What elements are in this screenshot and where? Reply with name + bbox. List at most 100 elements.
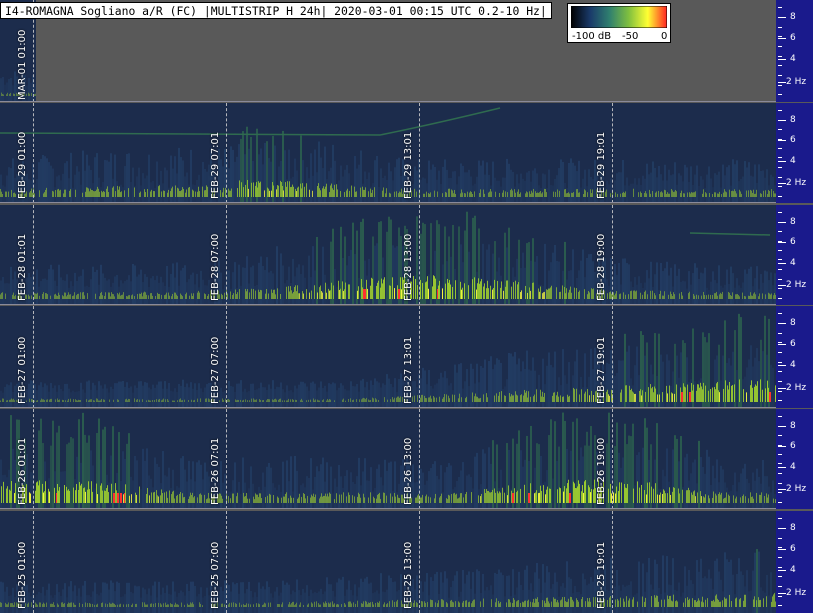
axis-minor-tick [778,196,782,197]
axis-minor-tick [778,435,782,436]
legend-label-max: 0 [661,31,668,42]
time-marker [226,306,227,408]
time-marker [33,205,34,305]
axis-major-tick [778,344,786,345]
axis-tick-label: 8 [790,318,796,328]
axis-tick-label: 6 [790,544,796,554]
axis-major-tick [778,323,786,324]
axis-major-tick [778,285,786,286]
axis-minor-tick [778,288,782,289]
axis-minor-tick [778,547,782,548]
axis-minor-tick [778,400,782,401]
time-marker [612,103,613,203]
time-label: FEB-27 07:00 [210,336,221,404]
time-label: FEB-28 19:00 [596,233,607,301]
axis-major-tick [778,38,786,39]
axis-major-tick [778,183,786,184]
time-marker [419,103,420,203]
axis-minor-tick [778,371,782,372]
time-marker [226,511,227,613]
axis-minor-tick [778,46,782,47]
axis-minor-tick [778,259,782,260]
axis-major-tick [778,528,786,529]
axis-tick-label: 4 [790,258,796,268]
axis-minor-tick [778,186,782,187]
time-marker [226,409,227,509]
time-label: FEB-25 07:00 [210,541,221,609]
axis-minor-tick [778,352,782,353]
axis-minor-tick [778,463,782,464]
axis-tick-label: 4 [790,54,796,64]
time-label: FEB-28 13:00 [403,233,414,301]
axis-tick-label: 4 [790,565,796,575]
axis-minor-tick [778,298,782,299]
time-label: FEB-25 19:01 [596,541,607,609]
axis-major-tick [778,593,786,594]
axis-minor-tick [778,167,782,168]
axis-minor-tick [778,313,782,314]
axis-minor-tick [778,567,782,568]
time-label: FEB-26 07:01 [210,437,221,505]
time-label: FEB-27 19:01 [596,336,607,404]
time-label: FEB-29 07:01 [210,131,221,199]
strip-separator [0,508,776,509]
axis-minor-tick [778,538,782,539]
spectrogram-panel [0,205,776,305]
time-marker [612,409,613,509]
frequency-axis: 8 6 4 2 Hz [776,103,813,203]
axis-minor-tick [778,333,782,334]
spectrogram-panel [0,511,776,613]
axis-minor-tick [778,129,782,130]
page-title: I4-ROMAGNA Sogliano a/R (FC) |MULTISTRIP… [0,2,552,19]
axis-tick-label: 6 [790,237,796,247]
time-marker [226,103,227,203]
time-label: FEB-26 19:00 [596,437,607,505]
axis-minor-tick [778,362,782,363]
axis-major-tick [778,489,786,490]
spectrogram-strip-feb-28: FEB-28 01:01 FEB-28 07:00 FEB-28 13:00 FEB-… [0,205,813,305]
axis-tick-label: 2 Hz [786,280,807,290]
legend-label-min: -100 dB [572,31,612,42]
axis-major-tick [778,570,786,571]
axis-tick-label: 8 [790,217,796,227]
axis-major-tick [778,59,786,60]
frequency-axis: 8 6 4 2 Hz [776,511,813,613]
axis-minor-tick [778,56,782,57]
axis-minor-tick [778,492,782,493]
axis-major-tick [778,426,786,427]
time-marker [419,409,420,509]
time-label: FEB-29 01:00 [17,131,28,199]
axis-minor-tick [778,36,782,37]
axis-minor-tick [778,483,782,484]
time-label: FEB-29 19:01 [596,131,607,199]
axis-minor-tick [778,250,782,251]
spectrogram-strips: MAR-01 01:00 8 6 4 2 Hz FEB-29 01:00 FEB-29 07… [0,0,813,613]
axis-tick-label: 8 [790,421,796,431]
time-marker [33,409,34,509]
axis-minor-tick [778,518,782,519]
axis-minor-tick [778,416,782,417]
axis-major-tick [778,82,786,83]
legend-label-mid: -50 [622,31,639,42]
axis-major-tick [778,17,786,18]
color-scale-bar [571,6,667,28]
time-marker [612,306,613,408]
axis-minor-tick [778,75,782,76]
axis-minor-tick [778,586,782,587]
spectrogram-viewer: MAR-01 01:00 8 6 4 2 Hz FEB-29 01:00 FEB-29 07… [0,0,813,613]
time-label: FEB-25 01:00 [17,541,28,609]
axis-minor-tick [778,342,782,343]
time-label: FEB-27 01:00 [17,336,28,404]
time-label: FEB-28 07:00 [210,233,221,301]
axis-tick-label: 2 Hz [786,178,807,188]
axis-minor-tick [778,391,782,392]
axis-major-tick [778,263,786,264]
time-marker [33,103,34,203]
axis-major-tick [778,365,786,366]
axis-tick-label: 2 Hz [786,588,807,598]
frequency-axis: 8 6 4 2 Hz [776,409,813,509]
time-label: FEB-25 13:00 [403,541,414,609]
axis-minor-tick [778,381,782,382]
spectrogram-strip-feb-27: FEB-27 01:00 FEB-27 07:00 FEB-27 13:01 FEB-… [0,306,813,408]
axis-minor-tick [778,473,782,474]
